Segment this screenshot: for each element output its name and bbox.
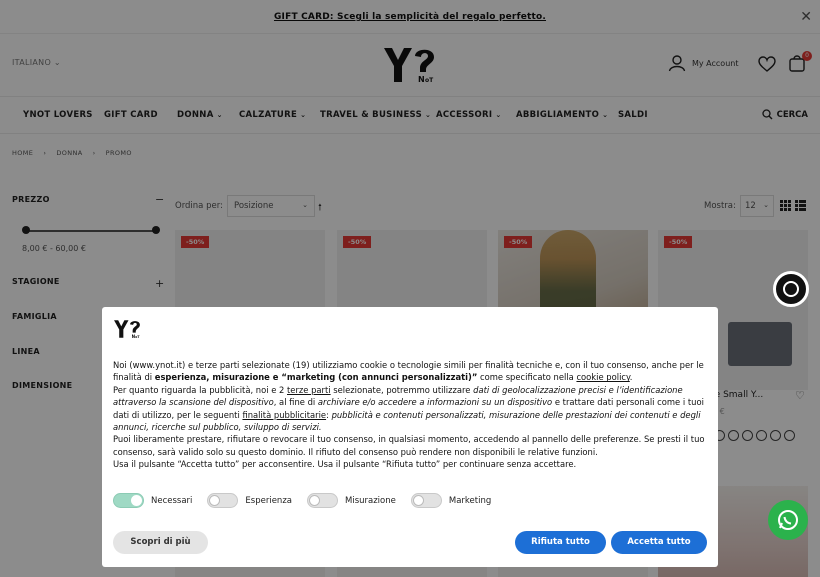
toggle-switch[interactable]: [113, 493, 144, 508]
page: GIFT CARD: Scegli la semplicità del rega…: [0, 0, 820, 577]
ad-purposes-link[interactable]: finalità pubblicitarie: [242, 410, 326, 420]
chat-button[interactable]: [773, 271, 809, 307]
whatsapp-icon: [778, 510, 798, 530]
consent-text: Per quanto riguarda la pubblicità, noi e…: [113, 384, 288, 395]
consent-text: selezionate, potremmo utilizzare: [330, 384, 474, 395]
toggle-marketing[interactable]: Marketing: [410, 493, 492, 508]
toggle-switch[interactable]: [307, 493, 338, 508]
chat-icon: [783, 281, 799, 297]
whatsapp-button[interactable]: [768, 500, 808, 540]
toggle-knob: [309, 495, 320, 506]
cookie-consent-text: Noi (www.ynot.it) e terze parti selezion…: [113, 359, 709, 471]
ynot-logo: N oT: [114, 320, 140, 339]
toggle-label: Marketing: [448, 495, 492, 506]
cookie-consent-dialog: N oT Noi (www.ynot.it) e terze parti sel…: [102, 307, 718, 567]
consent-bold-text: esperienza, misurazione e “marketing (co…: [154, 372, 478, 383]
toggle-misurazione[interactable]: Misurazione: [307, 493, 396, 508]
toggle-esperienza[interactable]: Esperienza: [207, 493, 292, 508]
svg-text:oT: oT: [135, 335, 140, 339]
reject-all-button[interactable]: Rifiuta tutto: [515, 531, 606, 554]
consent-text: , al fine di: [273, 397, 318, 408]
consent-toggles: Necessari Esperienza Misurazione Marketi…: [113, 493, 491, 508]
toggle-label: Esperienza: [245, 495, 292, 506]
consent-paragraph: Puoi liberamente prestare, rifiutare o r…: [113, 434, 705, 457]
toggle-label: Necessari: [151, 495, 193, 506]
toggle-switch[interactable]: [410, 493, 442, 508]
consent-italic-text: archiviare e/o accedere a informazioni s…: [317, 397, 553, 408]
toggle-necessari[interactable]: Necessari: [113, 493, 192, 508]
toggle-knob: [209, 495, 221, 506]
accept-all-button[interactable]: Accetta tutto: [611, 531, 707, 554]
consent-paragraph: Per quanto riguarda la pubblicità, noi e…: [113, 384, 709, 434]
toggle-label: Misurazione: [345, 495, 396, 506]
toggle-knob: [412, 495, 424, 506]
toggle-switch[interactable]: [207, 493, 239, 508]
third-parties-link[interactable]: terze parti: [287, 385, 331, 395]
consent-paragraph: Usa il pulsante “Accetta tutto” per acco…: [113, 459, 577, 470]
consent-text: come specificato nella: [477, 372, 577, 383]
learn-more-button[interactable]: Scopri di più: [113, 531, 208, 554]
toggle-knob: [131, 495, 142, 506]
cookie-policy-link[interactable]: cookie policy: [576, 372, 629, 382]
consent-paragraph: Noi (www.ynot.it) e terze parti selezion…: [113, 360, 704, 383]
